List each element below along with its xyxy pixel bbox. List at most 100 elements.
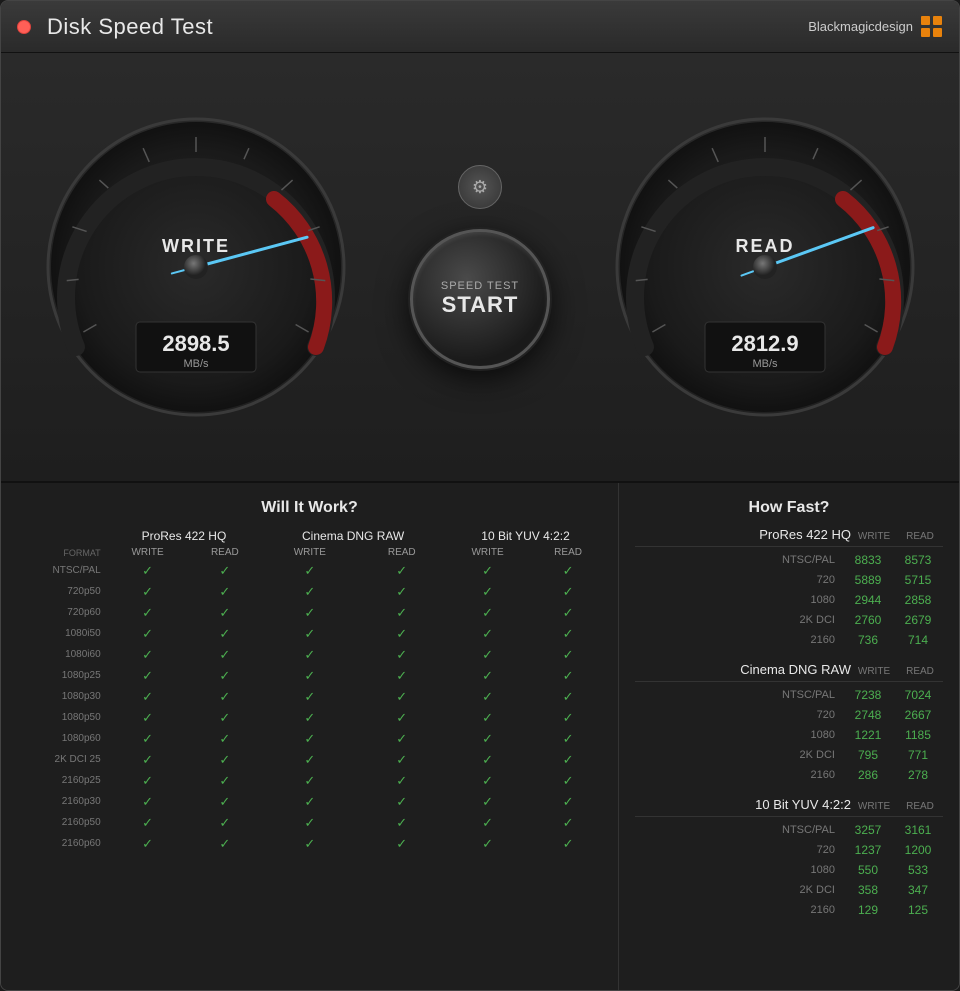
write-value: 736: [843, 633, 893, 647]
table-row: ✓: [358, 560, 445, 581]
table-row: ✓: [445, 581, 530, 602]
write-value: 550: [843, 863, 893, 877]
table-row: ✓: [261, 749, 358, 770]
checkmark-icon: ✓: [396, 773, 407, 788]
table-row: ✓: [530, 560, 606, 581]
resolution-label: 720: [817, 574, 835, 586]
table-row: ✓: [188, 728, 261, 749]
svg-text:WRITE: WRITE: [162, 236, 230, 256]
checkmark-icon: ✓: [563, 584, 574, 599]
settings-button[interactable]: ⚙: [458, 165, 502, 209]
table-row: ✓: [188, 770, 261, 791]
table-row: ✓: [107, 749, 189, 770]
start-button[interactable]: SPEED TEST START: [410, 229, 550, 369]
svg-text:READ: READ: [735, 236, 794, 256]
resolution-label: 1080: [811, 594, 835, 606]
checkmark-icon: ✓: [482, 836, 493, 851]
checkmark-icon: ✓: [304, 710, 315, 725]
table-row: ✓: [530, 728, 606, 749]
how-fast-group-name: 10 Bit YUV 4:2:2: [635, 797, 851, 812]
table-row: ✓: [445, 833, 530, 854]
yuv-write-header: WRITE: [445, 545, 530, 560]
how-fast-group: Cinema DNG RAWWRITEREADNTSC/PAL723870247…: [635, 662, 943, 785]
will-it-work-title: Will It Work?: [13, 499, 606, 517]
checkmark-icon: ✓: [563, 731, 574, 746]
brand-name: Blackmagicdesign: [808, 19, 913, 34]
table-row: ✓: [530, 791, 606, 812]
how-fast-group-name: Cinema DNG RAW: [635, 662, 851, 677]
resolution-label: NTSC/PAL: [782, 554, 835, 566]
table-row: ✓: [261, 644, 358, 665]
table-row: ✓: [530, 602, 606, 623]
center-controls: ⚙ SPEED TEST START: [390, 165, 570, 369]
list-item: NTSC/PAL88338573: [635, 550, 943, 570]
checkmark-icon: ✓: [396, 794, 407, 809]
table-row: ✓: [445, 602, 530, 623]
table-row: ✓: [261, 707, 358, 728]
list-item: 2K DCI27602679: [635, 610, 943, 630]
read-value: 2858: [893, 593, 943, 607]
table-row: 2160p30: [13, 791, 107, 812]
close-button[interactable]: [17, 20, 31, 34]
checkmark-icon: ✓: [219, 605, 230, 620]
checkmark-icon: ✓: [142, 710, 153, 725]
col-header-yuv: 10 Bit YUV 4:2:2: [445, 527, 606, 545]
write-value: 3257: [843, 823, 893, 837]
write-gauge: WRITE 2898.5 MB/s: [36, 107, 356, 427]
checkmark-icon: ✓: [142, 563, 153, 578]
read-value: 714: [893, 633, 943, 647]
checkmark-icon: ✓: [304, 773, 315, 788]
checkmark-icon: ✓: [304, 794, 315, 809]
checkmark-icon: ✓: [219, 794, 230, 809]
how-fast-column-header: READ: [897, 801, 943, 812]
table-row: ✓: [188, 812, 261, 833]
table-row: ✓: [530, 833, 606, 854]
will-it-work-table: ProRes 422 HQ Cinema DNG RAW 10 Bit YUV …: [13, 527, 606, 854]
read-value: 2667: [893, 708, 943, 722]
read-gauge-wrapper: READ 2812.9 MB/s: [570, 107, 959, 427]
resolution-label: 2160: [811, 904, 835, 916]
write-value: 5889: [843, 573, 893, 587]
speed-test-label: SPEED TEST: [441, 280, 519, 292]
checkmark-icon: ✓: [482, 794, 493, 809]
checkmark-icon: ✓: [219, 773, 230, 788]
yuv-read-header: READ: [530, 545, 606, 560]
checkmark-icon: ✓: [219, 668, 230, 683]
table-row: ✓: [188, 707, 261, 728]
table-row: ✓: [358, 623, 445, 644]
table-row: 2160p25: [13, 770, 107, 791]
checkmark-icon: ✓: [219, 731, 230, 746]
checkmark-icon: ✓: [219, 563, 230, 578]
table-row: ✓: [530, 581, 606, 602]
table-row: ✓: [188, 623, 261, 644]
table-row: ✓: [107, 686, 189, 707]
checkmark-icon: ✓: [304, 563, 315, 578]
checkmark-icon: ✓: [482, 647, 493, 662]
read-value: 1185: [893, 728, 943, 742]
checkmark-icon: ✓: [396, 689, 407, 704]
list-item: 2160736714: [635, 630, 943, 650]
table-row: ✓: [107, 560, 189, 581]
checkmark-icon: ✓: [304, 752, 315, 767]
col-header-prores: ProRes 422 HQ: [107, 527, 262, 545]
write-value: 2748: [843, 708, 893, 722]
how-fast-column-header: READ: [897, 666, 943, 677]
checkmark-icon: ✓: [304, 584, 315, 599]
table-row: ✓: [445, 665, 530, 686]
checkmark-icon: ✓: [563, 815, 574, 830]
cinema-read-header: READ: [358, 545, 445, 560]
read-value: 3161: [893, 823, 943, 837]
table-row: ✓: [445, 623, 530, 644]
table-row: 1080p30: [13, 686, 107, 707]
table-row: ✓: [358, 770, 445, 791]
checkmark-icon: ✓: [482, 584, 493, 599]
write-value: 2944: [843, 593, 893, 607]
table-row: ✓: [107, 644, 189, 665]
read-value: 347: [893, 883, 943, 897]
table-row: ✓: [261, 770, 358, 791]
resolution-label: 2160: [811, 769, 835, 781]
table-row: ✓: [530, 686, 606, 707]
svg-text:MB/s: MB/s: [183, 358, 209, 370]
checkmark-icon: ✓: [304, 689, 315, 704]
table-row: 2160p50: [13, 812, 107, 833]
